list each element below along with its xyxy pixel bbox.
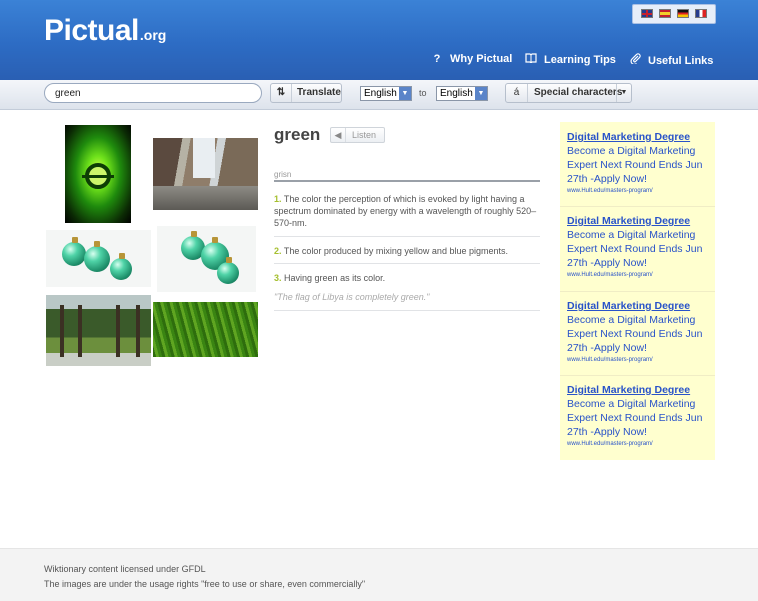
ornament — [62, 237, 86, 266]
tree-trunk — [116, 305, 120, 357]
language-flags — [632, 4, 716, 24]
nav-useful-links[interactable]: Useful Links — [628, 53, 713, 67]
image-rights-text: The images are under the usage rights "f… — [44, 579, 366, 589]
to-label: to — [419, 88, 427, 98]
site-footer: Wiktionary content licensed under GFDL T… — [0, 548, 758, 601]
swap-arrows-icon: ⇅ — [271, 84, 292, 102]
toolbar: ⇅ Translate English ▼ to English ▼ á Speci… — [0, 80, 758, 110]
definition-item: 3. Having green as its color. — [274, 272, 540, 284]
lantern-symbol — [82, 163, 114, 189]
definition-item: 2. The color produced by mixing yellow a… — [274, 245, 540, 257]
tree-trunk — [136, 305, 140, 357]
to-language-value: English — [440, 88, 473, 99]
logo-tld: .org — [139, 27, 167, 43]
ad-item[interactable]: Digital Marketing Degree Become a Digita… — [567, 130, 707, 194]
flag-de-icon[interactable] — [677, 9, 689, 18]
ads-panel: Digital Marketing Degree Become a Digita… — [560, 122, 715, 460]
ad-separator — [560, 291, 715, 292]
translate-button[interactable]: ⇅ Translate — [270, 83, 342, 103]
ad-separator — [560, 375, 715, 376]
from-language-select[interactable]: English ▼ — [360, 86, 412, 101]
question-icon: ? — [433, 53, 441, 65]
accent-char-icon: á — [506, 84, 528, 102]
definition-text: Having green as its color. — [284, 273, 386, 283]
image-street[interactable] — [153, 138, 258, 210]
translate-label: Translate — [297, 87, 341, 98]
ad-url[interactable]: www.Hult.edu/masters-program/ — [567, 441, 707, 447]
ornament — [84, 241, 110, 272]
book-icon — [524, 53, 538, 66]
pronunciation: grisn — [274, 170, 292, 179]
search-input[interactable] — [44, 83, 262, 103]
chevron-down-icon: ▼ — [399, 87, 411, 100]
image-ornaments-1[interactable] — [46, 230, 151, 287]
ad-body[interactable]: Become a Digital Marketing Expert Next R… — [567, 228, 707, 270]
special-characters-button[interactable]: á Special characters ▼ — [505, 83, 632, 103]
nav-tips-label: Learning Tips — [544, 54, 616, 66]
site-header: Pictual.org ? Why Pictual Learning Tips U… — [0, 0, 758, 80]
definition-number: 2. — [274, 246, 282, 256]
definition-number: 1. — [274, 194, 282, 204]
from-language-value: English — [364, 88, 397, 99]
ad-url[interactable]: www.Hult.edu/masters-program/ — [567, 272, 707, 278]
to-language-select[interactable]: English ▼ — [436, 86, 488, 101]
ornament — [217, 257, 239, 284]
word-title: green — [274, 125, 321, 144]
flag-fr-icon[interactable] — [695, 9, 707, 18]
tree-trunk — [78, 305, 82, 357]
ad-separator — [560, 206, 715, 207]
image-park[interactable] — [46, 295, 151, 366]
image-grass[interactable] — [153, 302, 258, 357]
paperclip-icon — [628, 53, 642, 67]
chevron-down-icon: ▼ — [475, 87, 487, 100]
nav-why-label: Why Pictual — [450, 53, 513, 65]
ad-title[interactable]: Digital Marketing Degree — [567, 383, 707, 397]
chevron-down-icon[interactable]: ▼ — [616, 84, 631, 102]
ad-body[interactable]: Become a Digital Marketing Expert Next R… — [567, 144, 707, 186]
definition-number: 3. — [274, 273, 282, 283]
site-logo[interactable]: Pictual.org — [44, 14, 166, 48]
definition-separator — [274, 236, 540, 237]
flag-es-icon[interactable] — [659, 9, 671, 18]
definition-divider — [274, 180, 540, 182]
street-road — [153, 186, 258, 210]
ad-title[interactable]: Digital Marketing Degree — [567, 214, 707, 228]
tree-trunk — [60, 305, 64, 357]
ad-body[interactable]: Become a Digital Marketing Expert Next R… — [567, 397, 707, 439]
ad-item[interactable]: Digital Marketing Degree Become a Digita… — [567, 383, 707, 447]
ad-item[interactable]: Digital Marketing Degree Become a Digita… — [567, 214, 707, 278]
flag-uk-icon[interactable] — [641, 9, 653, 18]
ad-title[interactable]: Digital Marketing Degree — [567, 130, 707, 144]
definition-text: The color produced by mixing yellow and … — [283, 246, 508, 256]
logo-main: Pictual — [44, 14, 139, 47]
special-characters-label: Special characters — [534, 87, 623, 98]
ad-item[interactable]: Digital Marketing Degree Become a Digita… — [567, 299, 707, 363]
listen-label: Listen — [352, 130, 377, 140]
image-ornaments-2[interactable] — [157, 226, 256, 292]
ad-body[interactable]: Become a Digital Marketing Expert Next R… — [567, 313, 707, 355]
ad-url[interactable]: www.Hult.edu/masters-program/ — [567, 188, 707, 194]
speaker-icon: ◀ — [331, 128, 346, 142]
listen-button[interactable]: ◀ Listen — [330, 127, 385, 143]
definition-item: 1. The color the perception of which is … — [274, 193, 540, 229]
nav-links-label: Useful Links — [648, 55, 714, 67]
ad-title[interactable]: Digital Marketing Degree — [567, 299, 707, 313]
nav-learning-tips[interactable]: Learning Tips — [524, 53, 616, 66]
definition-text: The color the perception of which is evo… — [274, 194, 537, 228]
ornament — [110, 253, 132, 280]
license-text: Wiktionary content licensed under GFDL — [44, 564, 206, 574]
definition-separator — [274, 310, 540, 311]
usage-example: "The flag of Libya is completely green." — [274, 292, 430, 302]
image-green-lantern[interactable] — [65, 125, 131, 223]
street-sky — [193, 138, 215, 178]
nav-why-pictual[interactable]: ? Why Pictual — [430, 53, 513, 65]
definition-separator — [274, 263, 540, 264]
ad-url[interactable]: www.Hult.edu/masters-program/ — [567, 357, 707, 363]
